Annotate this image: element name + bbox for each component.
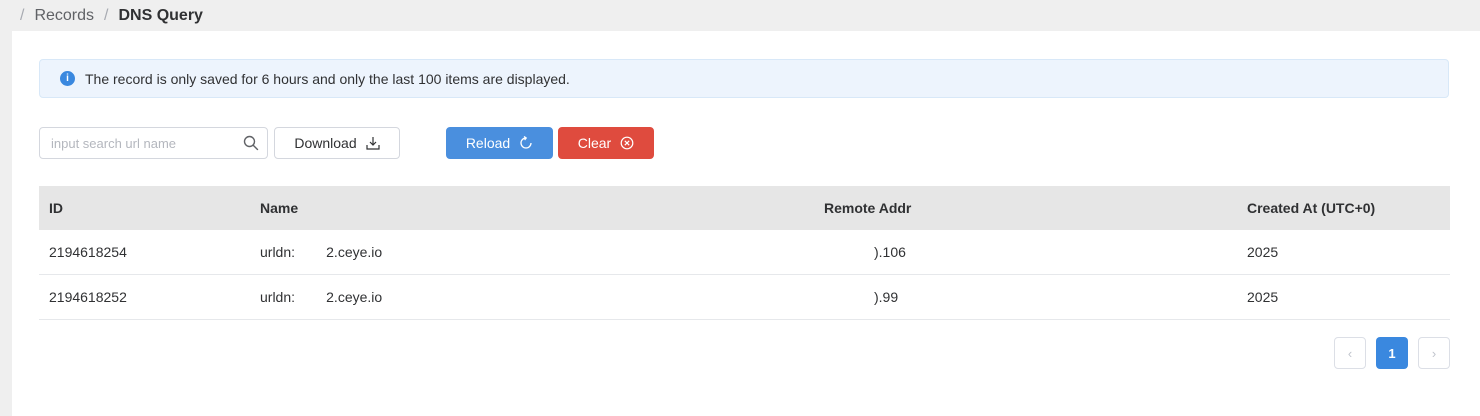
circle-close-icon: [620, 136, 634, 150]
table-row[interactable]: 2194618252 urldn: 2.ceye.io ).99 2025: [39, 275, 1450, 320]
column-header-name: Name: [260, 200, 299, 216]
prev-page-button[interactable]: ‹: [1334, 337, 1366, 369]
cell-name: urldn: 2.ceye.io: [260, 244, 383, 260]
cell-name: urldn: 2.ceye.io: [260, 289, 383, 305]
toolbar: Download Reload Clear: [39, 127, 1449, 160]
download-button-label: Download: [294, 135, 357, 151]
cell-created-at: 2025: [1247, 289, 1279, 305]
cell-id: 2194618254: [49, 244, 127, 260]
column-header-id: ID: [49, 200, 63, 216]
download-icon: [366, 136, 380, 150]
info-alert: i The record is only saved for 6 hours a…: [39, 59, 1449, 98]
breadcrumb-separator: /: [104, 6, 109, 24]
next-page-button[interactable]: ›: [1418, 337, 1450, 369]
table-row[interactable]: 2194618254 urldn: 2.ceye.io ).106 2025: [39, 230, 1450, 275]
info-icon: i: [60, 71, 75, 86]
search-input[interactable]: [49, 134, 233, 152]
cell-id: 2194618252: [49, 289, 127, 305]
column-header-remote-addr: Remote Addr: [824, 200, 912, 216]
refresh-icon: [519, 136, 533, 150]
download-button[interactable]: Download: [274, 127, 400, 159]
clear-button-label: Clear: [577, 135, 612, 151]
content-card: i The record is only saved for 6 hours a…: [12, 31, 1480, 416]
cell-remote-addr: ).99: [874, 289, 899, 305]
page-number-button[interactable]: 1: [1376, 337, 1408, 369]
search-field[interactable]: [39, 127, 268, 159]
column-header-created-at: Created At (UTC+0): [1247, 200, 1376, 216]
pagination: ‹ 1 ›: [1334, 337, 1450, 369]
breadcrumb-item-dns-query: DNS Query: [118, 6, 203, 24]
breadcrumb-separator: /: [20, 6, 25, 24]
alert-message: The record is only saved for 6 hours and…: [85, 70, 570, 87]
cell-remote-addr: ).106: [874, 244, 906, 260]
reload-button-label: Reload: [465, 135, 511, 151]
reload-button[interactable]: Reload: [446, 127, 553, 159]
breadcrumb: / Records / DNS Query: [20, 0, 203, 31]
search-icon[interactable]: [243, 135, 259, 151]
table-header: ID Name Remote Addr Created At (UTC+0): [39, 186, 1450, 230]
cell-created-at: 2025: [1247, 244, 1279, 260]
breadcrumb-item-records[interactable]: Records: [34, 7, 94, 25]
clear-button[interactable]: Clear: [558, 127, 654, 159]
records-table: ID Name Remote Addr Created At (UTC+0) 2…: [39, 186, 1450, 320]
